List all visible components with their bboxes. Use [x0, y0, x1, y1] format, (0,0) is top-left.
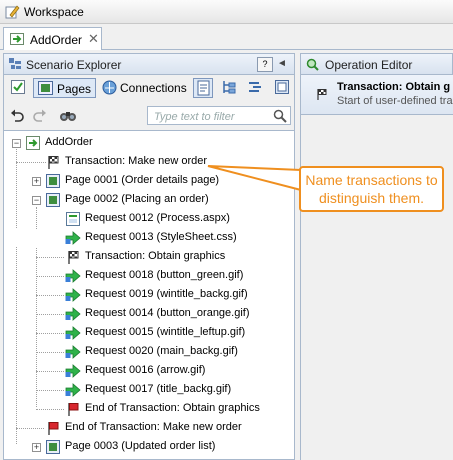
operation-editor-banner: Transaction: Obtain g Start of user-defi…	[301, 75, 453, 115]
request-page-icon	[66, 212, 80, 226]
collapse-icon[interactable]	[247, 79, 263, 95]
expand-toggle[interactable]: +	[32, 443, 41, 452]
expand-toggle[interactable]: +	[32, 177, 41, 186]
tree-item-page[interactable]: + Page 0003 (Updated order list)	[4, 438, 294, 456]
pages-icon	[38, 81, 53, 95]
close-icon[interactable]: ✕	[88, 31, 99, 47]
callout-note: Name transactions to distinguish them.	[299, 166, 444, 212]
tree-item-label: Request 0013 (StyleSheet.css)	[85, 231, 237, 243]
tree-item-label: AddOrder	[45, 136, 93, 148]
request-arrow-icon	[65, 345, 81, 359]
request-arrow-icon	[65, 288, 81, 302]
pages-button[interactable]: Pages	[33, 78, 96, 98]
tree-item-label: Request 0018 (button_green.gif)	[85, 269, 244, 281]
checkbox-icon[interactable]	[10, 79, 26, 95]
request-arrow-icon	[65, 326, 81, 340]
tree-icon[interactable]	[221, 79, 237, 95]
tree-item-transaction[interactable]: Transaction: Obtain graphics	[4, 248, 294, 266]
tree-item-label: Request 0019 (wintitle_backg.gif)	[85, 288, 248, 300]
scenario-icon	[26, 136, 40, 150]
collapse-toggle[interactable]: −	[12, 139, 21, 148]
page-icon	[46, 174, 60, 188]
end-flag-icon	[68, 403, 79, 416]
tree-item-label: End of Transaction: Obtain graphics	[85, 402, 260, 414]
tree-item-request[interactable]: Request 0016 (arrow.gif)	[4, 362, 294, 380]
flag-icon	[317, 89, 327, 100]
explorer-toolbar-secondary	[3, 102, 295, 130]
tree-item-request[interactable]: Request 0017 (title_backg.gif)	[4, 381, 294, 399]
connections-icon	[102, 80, 117, 95]
tree-item-request[interactable]: Request 0015 (wintitle_leftup.gif)	[4, 324, 294, 342]
pencil-icon	[5, 5, 20, 19]
tree-item-label: Page 0001 (Order details page)	[65, 174, 220, 186]
magnifier-icon	[306, 58, 319, 71]
connections-button[interactable]: Connections	[100, 78, 190, 98]
search-icon[interactable]	[273, 109, 287, 123]
tab-addorder[interactable]: AddOrder ✕	[3, 27, 102, 50]
operation-editor-header: Operation Editor	[300, 53, 453, 75]
settings-icon[interactable]	[274, 79, 290, 95]
view-toggle-button[interactable]	[193, 78, 213, 98]
tree-item-label: Page 0003 (Updated order list)	[65, 440, 216, 452]
tree-item-root[interactable]: − AddOrder	[4, 134, 294, 152]
operation-subheading: Start of user-defined tra	[337, 95, 453, 107]
panel-title: Scenario Explorer	[26, 58, 122, 72]
callout-line: Name transactions to	[305, 172, 438, 188]
callout-line: distinguish them.	[318, 190, 425, 206]
collapse-toggle[interactable]: −	[32, 196, 41, 205]
flag-icon	[48, 156, 59, 169]
request-arrow-icon	[65, 307, 81, 321]
tree-item-label: Transaction: Obtain graphics	[85, 250, 226, 262]
tree-item-label: Transaction: Make new order	[65, 155, 208, 167]
window-title: Workspace	[24, 5, 84, 19]
tree-item-end-transaction[interactable]: End of Transaction: Obtain graphics	[4, 400, 294, 418]
tree-item-label: Request 0015 (wintitle_leftup.gif)	[85, 326, 246, 338]
tree-item-label: Request 0014 (button_orange.gif)	[85, 307, 250, 319]
window-titlebar: Workspace	[0, 0, 453, 24]
operation-editor-body	[300, 75, 453, 460]
help-button[interactable]: ?	[257, 57, 273, 72]
tree-item-request[interactable]: Request 0019 (wintitle_backg.gif)	[4, 286, 294, 304]
undo-icon[interactable]	[10, 108, 25, 123]
tree-item-label: Request 0017 (title_backg.gif)	[85, 383, 232, 395]
document-icon	[197, 80, 210, 96]
tree-item-request[interactable]: Request 0012 (Process.aspx)	[4, 210, 294, 228]
tree-item-request[interactable]: Request 0020 (main_backg.gif)	[4, 343, 294, 361]
page-icon	[46, 193, 60, 207]
connections-label: Connections	[120, 81, 187, 95]
explorer-icon	[9, 58, 21, 69]
tree-item-request[interactable]: Request 0013 (StyleSheet.css)	[4, 229, 294, 247]
end-flag-icon	[48, 422, 59, 435]
tree-item-label: End of Transaction: Make new order	[65, 421, 242, 433]
tree-item-label: Request 0016 (arrow.gif)	[85, 364, 206, 376]
tree-item-label: Request 0012 (Process.aspx)	[85, 212, 230, 224]
operation-heading: Transaction: Obtain g	[337, 81, 451, 93]
scenario-icon	[10, 33, 24, 45]
tree-item-label: Page 0002 (Placing an order)	[65, 193, 209, 205]
document-tabstrip: AddOrder ✕	[0, 24, 453, 50]
request-arrow-icon	[65, 269, 81, 283]
filter-input[interactable]	[152, 108, 272, 125]
scenario-explorer-header: Scenario Explorer ? ◄	[3, 53, 295, 75]
request-arrow-icon	[65, 231, 81, 245]
request-arrow-icon	[65, 364, 81, 378]
tree-item-label: Request 0020 (main_backg.gif)	[85, 345, 238, 357]
tree-item-end-transaction[interactable]: End of Transaction: Make new order	[4, 419, 294, 437]
panel-title: Operation Editor	[325, 58, 413, 72]
request-arrow-icon	[65, 383, 81, 397]
tab-label: AddOrder	[30, 33, 83, 47]
flag-icon	[68, 251, 79, 264]
pin-icon[interactable]: ◄	[277, 58, 287, 69]
filter-box	[147, 106, 291, 125]
binoculars-icon[interactable]	[59, 108, 77, 123]
page-icon	[46, 440, 60, 454]
explorer-toolbar: Pages Connections	[3, 75, 295, 102]
tree-item-request[interactable]: Request 0018 (button_green.gif)	[4, 267, 294, 285]
callout-pointer	[207, 165, 302, 191]
pages-label: Pages	[57, 82, 92, 96]
tree-item-request[interactable]: Request 0014 (button_orange.gif)	[4, 305, 294, 323]
redo-icon[interactable]	[32, 108, 47, 123]
